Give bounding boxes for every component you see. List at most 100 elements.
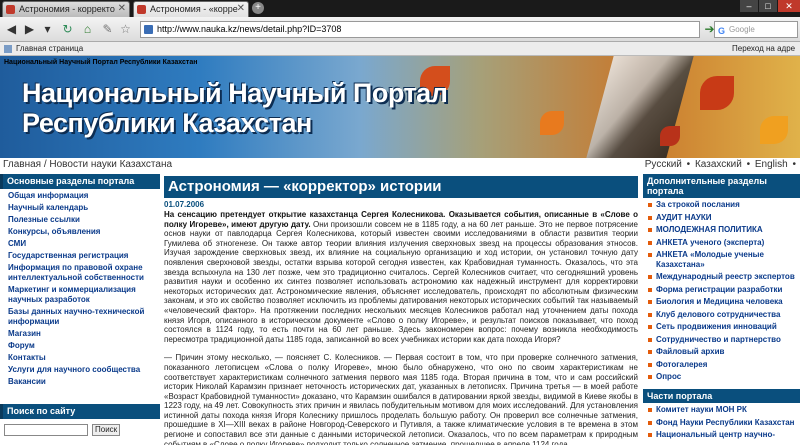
article-date: 01.07.2006 — [164, 200, 205, 209]
breadcrumb-bar: Главная / Новости науки Казахстана Русск… — [0, 158, 800, 173]
close-tab-icon[interactable]: ✕ — [118, 2, 126, 16]
left-sidebar: Основные разделы портала Общая информаци… — [0, 174, 160, 445]
left-link-media[interactable]: СМИ — [8, 239, 160, 249]
search-engine-placeholder: Google — [729, 25, 755, 34]
site-search-input[interactable] — [4, 424, 88, 436]
left-link-contacts[interactable]: Контакты — [8, 353, 160, 363]
browser-tab-1-title: Астрономия - корректо — [19, 4, 115, 14]
left-link-registration[interactable]: Государственная регистрация — [8, 251, 160, 261]
close-window-icon[interactable]: ✕ — [778, 0, 800, 12]
article-paragraph-2: — Причин этому несколько, — поясняет С. … — [164, 353, 638, 445]
site-search-button[interactable]: Поиск — [92, 424, 121, 436]
google-icon: G — [718, 26, 726, 36]
lang-separator: • — [792, 159, 796, 170]
portal-part-center[interactable]: Национальный центр научно- — [647, 430, 800, 440]
back-icon[interactable]: ◀ — [4, 22, 19, 37]
portal-parts-title: Части портала — [643, 389, 800, 403]
maximize-icon[interactable]: □ — [759, 0, 777, 12]
portal-banner: Национальный Научный Портал Республики К… — [0, 56, 800, 158]
right-link-business-club[interactable]: Клуб делового сотрудничества — [647, 310, 800, 320]
right-link-file-archive[interactable]: Файловый архив — [647, 347, 800, 357]
site-icon — [144, 25, 153, 34]
browser-tab-2-title: Астрономия - «корре — [150, 4, 238, 14]
right-sidebar-title: Дополнительные разделы портала — [643, 174, 800, 198]
left-sidebar-links: Общая информация Научный календарь Полез… — [0, 189, 160, 387]
site-favicon-icon — [6, 5, 15, 14]
reload-icon[interactable]: ↻ — [60, 22, 75, 37]
portal-part-committee[interactable]: Комитет науки МОН РК — [647, 405, 800, 415]
lang-russian[interactable]: Русский — [645, 159, 682, 170]
lang-kazakh[interactable]: Казахский — [695, 159, 742, 170]
browser-tab-2[interactable]: Астрономия - «корре ✕ — [133, 1, 249, 17]
portal-parts-box: Части портала Комитет науки МОН РК Фонд … — [643, 389, 800, 443]
left-link-databases[interactable]: Базы данных научно-технической информаци… — [8, 307, 160, 327]
site-search-title: Поиск по сайту — [0, 404, 160, 419]
right-link-poll[interactable]: Опрос — [647, 372, 800, 382]
lang-english[interactable]: English — [755, 159, 788, 170]
leaf-decoration — [540, 111, 564, 135]
stop-icon[interactable]: ✎ — [100, 22, 115, 37]
bookmark-goto[interactable]: Переход на адре — [732, 42, 795, 55]
right-link-young-scientists[interactable]: АНКЕТА «Молодые ученые Казахстана» — [647, 250, 800, 269]
banner-title-line1: Национальный Научный Портал — [22, 78, 448, 108]
lang-separator: • — [746, 159, 751, 170]
portal-parts-links: Комитет науки МОН РК Фонд Науки Республи… — [643, 403, 800, 440]
left-link-contests[interactable]: Конкурсы, объявления — [8, 227, 160, 237]
left-link-vacancies[interactable]: Вакансии — [8, 377, 160, 387]
language-switcher: Русский • Казахский • English • — [643, 158, 796, 172]
page-curl-graphic — [586, 56, 694, 158]
right-link-youth[interactable]: МОЛОДЕЖНАЯ ПОЛИТИКА — [647, 225, 800, 235]
bookmark-page-icon — [4, 45, 12, 53]
left-link-ip[interactable]: Информация по правовой охране интеллекту… — [8, 263, 160, 283]
bookmarks-bar: Главная страница Переход на адре — [0, 42, 800, 56]
close-tab-icon[interactable]: ✕ — [237, 2, 245, 16]
right-link-audit[interactable]: АУДИТ НАУКИ — [647, 213, 800, 223]
right-link-expert-form[interactable]: АНКЕТА ученого (эксперта) — [647, 238, 800, 248]
breadcrumb: Главная / Новости науки Казахстана — [3, 158, 172, 172]
article-lead: На сенсацию претендует открытие казахста… — [164, 210, 638, 344]
bookmark-home[interactable]: Главная страница — [16, 42, 83, 55]
right-sidebar-links: За строкой послания АУДИТ НАУКИ МОЛОДЕЖН… — [643, 198, 800, 382]
portal-part-fund[interactable]: Фонд Науки Республики Казахстан — [647, 418, 800, 428]
article: Астрономия — «корректор» истории 01.07.2… — [164, 176, 638, 445]
leaf-decoration — [700, 76, 734, 110]
right-link-expert-registry[interactable]: Международный реестр экспертов — [647, 272, 800, 282]
left-link-general[interactable]: Общая информация — [8, 191, 160, 201]
dropdown-icon[interactable]: ▾ — [40, 22, 55, 37]
leaf-decoration — [760, 116, 788, 144]
left-sidebar-title: Основные разделы портала — [0, 174, 160, 189]
breadcrumb-current[interactable]: / Новости науки Казахстана — [44, 159, 172, 170]
browser-tabbar: Астрономия - корректо ✕ Астрономия - «ко… — [0, 0, 800, 17]
left-link-shop[interactable]: Магазин — [8, 329, 160, 339]
right-link-biology[interactable]: Биология и Медицина человека — [647, 297, 800, 307]
right-link-photo-gallery[interactable]: Фотогалерея — [647, 360, 800, 370]
minimize-icon[interactable]: – — [740, 0, 758, 12]
right-link-message[interactable]: За строкой послания — [647, 200, 800, 210]
article-lead-text: Они произошли совсем не в 1185 году, а н… — [164, 219, 638, 344]
banner-title-line2: Республики Казахстан — [22, 108, 312, 138]
site-favicon-icon — [137, 5, 146, 14]
right-sidebar: Дополнительные разделы портала За строко… — [643, 174, 800, 445]
address-bar[interactable]: http://www.nauka.kz/news/detail.php?ID=3… — [140, 21, 700, 38]
home-icon[interactable]: ⌂ — [80, 22, 95, 37]
browser-navbar: ◀ ▶ ▾ ↻ ⌂ ✎ ☆ http://www.nauka.kz/news/d… — [0, 17, 800, 42]
article-title: Астрономия — «корректор» истории — [164, 176, 638, 198]
browser-tab-1[interactable]: Астрономия - корректо ✕ — [2, 1, 130, 17]
search-engine-field[interactable]: G Google — [714, 21, 798, 38]
left-link-calendar[interactable]: Научный календарь — [8, 203, 160, 213]
right-link-dev-registration[interactable]: Форма регистрации разработки — [647, 285, 800, 295]
address-bar-text: http://www.nauka.kz/news/detail.php?ID=3… — [157, 24, 342, 34]
left-link-useful[interactable]: Полезные ссылки — [8, 215, 160, 225]
breadcrumb-home[interactable]: Главная — [3, 159, 41, 170]
site-search-box: Поиск по сайту Поиск — [0, 404, 160, 443]
lang-separator: • — [686, 159, 691, 170]
right-link-partnership[interactable]: Сотрудничество и партнерство — [647, 335, 800, 345]
right-link-innovation[interactable]: Сеть продвижения инноваций — [647, 322, 800, 332]
leaf-decoration — [660, 126, 680, 146]
left-link-marketing[interactable]: Маркетинг и коммерциализация научных раз… — [8, 285, 160, 305]
forward-icon[interactable]: ▶ — [22, 22, 37, 37]
new-tab-icon[interactable]: + — [252, 2, 264, 14]
left-link-services[interactable]: Услуги для научного сообщества — [8, 365, 160, 375]
left-link-forum[interactable]: Форум — [8, 341, 160, 351]
bookmark-icon[interactable]: ☆ — [118, 22, 133, 37]
